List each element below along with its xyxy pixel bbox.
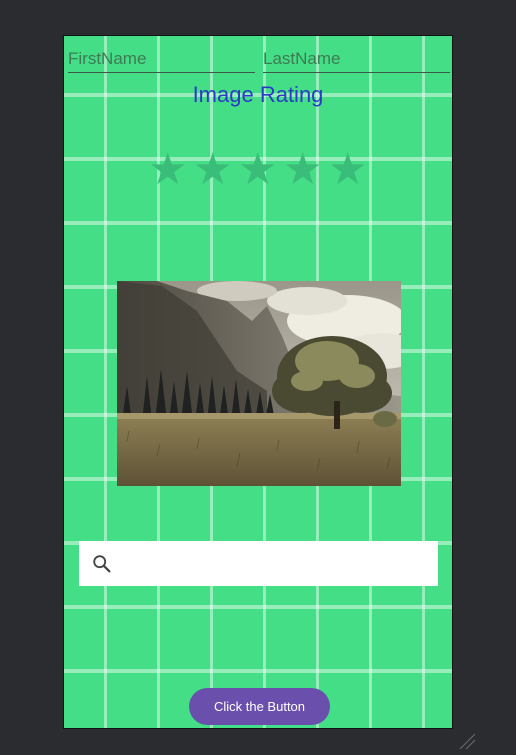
rating-star-2[interactable]: ★ xyxy=(193,148,232,192)
resize-grip-icon[interactable] xyxy=(456,730,476,750)
rating-star-3[interactable]: ★ xyxy=(238,148,277,192)
rating-bar[interactable]: ★ ★ ★ ★ ★ xyxy=(148,148,367,192)
landscape-photo xyxy=(117,281,401,486)
search-input[interactable] xyxy=(123,541,432,588)
click-button[interactable]: Click the Button xyxy=(189,688,330,725)
search-bar[interactable] xyxy=(79,541,438,588)
rating-star-5[interactable]: ★ xyxy=(328,148,367,192)
first-name-field[interactable] xyxy=(68,46,255,73)
rating-star-4[interactable]: ★ xyxy=(283,148,322,192)
name-row xyxy=(68,46,450,74)
app-screen: Image Rating ★ ★ ★ ★ ★ xyxy=(63,35,453,729)
page-title: Image Rating xyxy=(192,82,324,107)
search-icon xyxy=(93,555,111,573)
rating-star-1[interactable]: ★ xyxy=(148,148,187,192)
last-name-field[interactable] xyxy=(263,46,450,73)
